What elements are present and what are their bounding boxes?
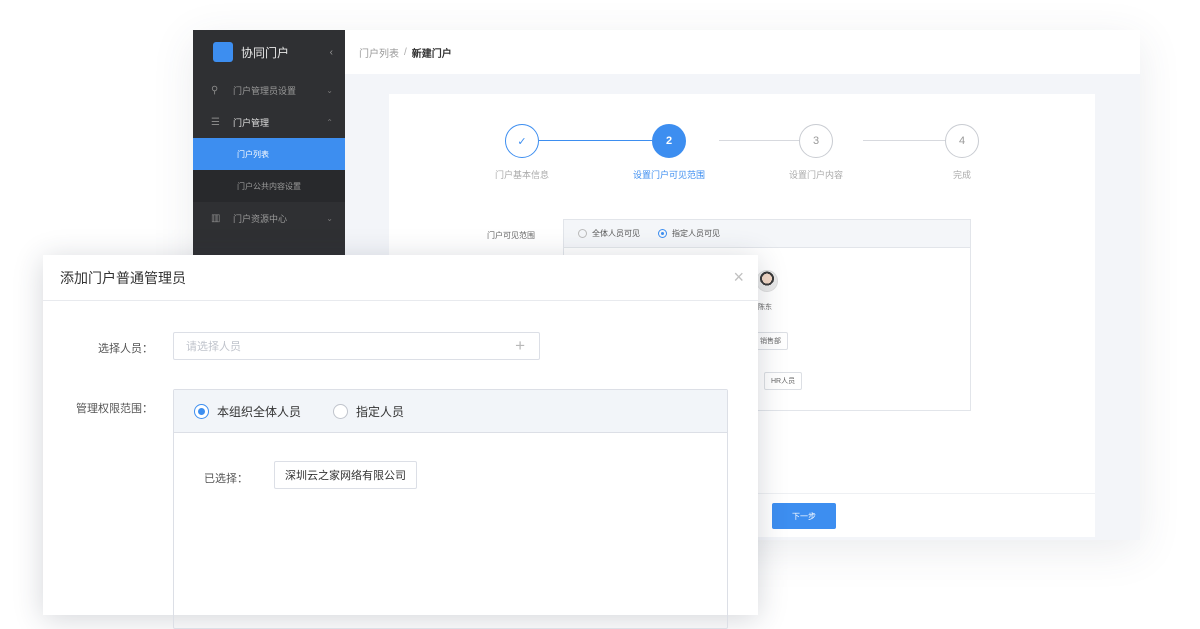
- sidebar-item-portal-list[interactable]: 门户列表: [193, 138, 345, 170]
- visibility-scope-label: 门户可见范围: [487, 231, 535, 240]
- sidebar-item-portal-management[interactable]: ☰ 门户管理 ⌃: [193, 106, 345, 138]
- permission-scope-options: 本组织全体人员 指定人员: [174, 390, 727, 433]
- step-1-label: 门户基本信息: [494, 170, 549, 180]
- radio-icon: [578, 229, 587, 238]
- plus-icon[interactable]: +: [515, 336, 525, 356]
- select-person-label: 选择人员：: [98, 343, 153, 355]
- sidebar-item-label: 门户公共内容设置: [237, 181, 301, 191]
- scope-tag[interactable]: HR人员: [764, 372, 803, 390]
- step-2-label: 设置门户可见范围: [632, 170, 705, 180]
- sidebar-item-label: 门户资源中心: [233, 213, 288, 224]
- add-admin-dialog: 添加门户普通管理员 × 选择人员： 请选择人员 + 管理权限范围： 本组织全体人…: [43, 255, 758, 629]
- sidebar-item-label: 门户列表: [237, 149, 269, 159]
- next-step-button[interactable]: 下一步: [772, 503, 836, 529]
- permission-scope-label: 管理权限范围：: [76, 403, 153, 415]
- scope-option-all[interactable]: 全体人员可见: [578, 228, 640, 239]
- scope-option-specified[interactable]: 指定人员可见: [658, 228, 720, 239]
- select-person-placeholder: 请选择人员: [186, 341, 241, 353]
- chevron-up-icon: ⌃: [326, 117, 333, 127]
- sidebar-item-portal-admin-settings[interactable]: ⚲ 门户管理员设置 ⌄: [193, 74, 345, 106]
- breadcrumb-separator: /: [404, 46, 407, 58]
- scope-option-label: 全体人员可见: [592, 229, 640, 238]
- avatar: [756, 270, 778, 292]
- list-icon: ☰: [211, 116, 220, 128]
- sidebar-item-portal-public-content[interactable]: 门户公共内容设置: [193, 170, 345, 202]
- sidebar-item-label: 门户管理: [233, 117, 270, 128]
- permission-option-label: 本组织全体人员: [217, 404, 302, 419]
- radio-icon: [333, 403, 349, 419]
- visibility-scope-options: 全体人员可见 指定人员可见: [564, 220, 970, 248]
- dialog-title: 添加门户普通管理员: [60, 269, 186, 286]
- sidebar-item-label: 门户管理员设置: [233, 85, 297, 96]
- dialog-header: 添加门户普通管理员: [43, 255, 758, 301]
- permission-option-label: 指定人员: [356, 404, 405, 419]
- scope-option-label: 指定人员可见: [672, 229, 720, 238]
- member-name: 陈东: [758, 304, 772, 311]
- sidebar-item-resource-center[interactable]: ▥ 门户资源中心 ⌄: [193, 202, 345, 234]
- permission-scope-panel: 本组织全体人员 指定人员 已选择： 深圳云之家网络有限公司: [173, 389, 728, 629]
- step-indicator: ✓ 2 3 4 门户基本信息 设置门户可见范围 设置门户内容 完成: [389, 124, 1095, 184]
- selected-label: 已选择：: [204, 473, 248, 485]
- breadcrumb-parent-link[interactable]: 门户列表: [359, 45, 399, 60]
- radio-checked-icon: [194, 403, 209, 419]
- brand-title: 协同门户: [241, 45, 290, 60]
- app-logo-icon: [213, 42, 233, 62]
- step-1-check-icon: ✓: [505, 124, 539, 158]
- permission-option-whole-org[interactable]: 本组织全体人员: [194, 403, 301, 420]
- close-icon[interactable]: ×: [733, 268, 744, 286]
- scope-tag[interactable]: 销售部: [753, 332, 788, 350]
- breadcrumb: 门户列表 / 新建门户: [345, 30, 1140, 74]
- step-2-marker: 2: [652, 124, 686, 158]
- radio-checked-icon: [658, 229, 667, 238]
- step-4-label: 完成: [952, 170, 971, 180]
- chevron-left-icon[interactable]: ‹: [330, 47, 333, 58]
- selected-org-tag[interactable]: 深圳云之家网络有限公司: [274, 461, 417, 489]
- chevron-down-icon: ⌄: [326, 85, 333, 95]
- admin-icon: ⚲: [211, 84, 219, 96]
- breadcrumb-current: 新建门户: [411, 48, 452, 60]
- permission-option-specified[interactable]: 指定人员: [333, 403, 404, 420]
- step-3-label: 设置门户内容: [788, 170, 843, 180]
- step-4-marker: 4: [945, 124, 979, 158]
- chevron-down-icon: ⌄: [326, 213, 333, 223]
- select-person-input[interactable]: 请选择人员 +: [173, 332, 540, 360]
- resource-icon: ▥: [211, 212, 221, 224]
- sidebar-brand: 协同门户 ‹: [193, 30, 345, 74]
- step-3-marker: 3: [799, 124, 833, 158]
